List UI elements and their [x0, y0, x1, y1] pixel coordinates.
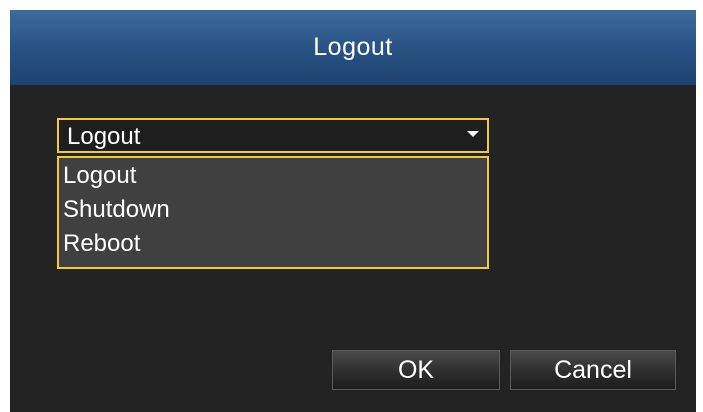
- ok-button[interactable]: OK: [332, 350, 500, 390]
- action-select-value: Logout: [67, 123, 141, 150]
- dropdown-option-logout[interactable]: Logout: [63, 159, 483, 193]
- dialog-title: Logout: [313, 33, 393, 61]
- action-dropdown-list: Logout Shutdown Reboot: [57, 156, 489, 269]
- dialog-body: Logout Logout Shutdown Reboot OK Cancel: [10, 85, 696, 412]
- logout-dialog: Logout Logout Logout Shutdown Reboot OK …: [10, 10, 696, 412]
- dropdown-option-reboot[interactable]: Reboot: [63, 227, 483, 261]
- cancel-button[interactable]: Cancel: [510, 350, 676, 390]
- chevron-down-icon: [467, 131, 479, 137]
- dialog-title-bar: Logout: [10, 10, 696, 85]
- action-select[interactable]: Logout: [57, 118, 489, 153]
- dropdown-option-shutdown[interactable]: Shutdown: [63, 193, 483, 227]
